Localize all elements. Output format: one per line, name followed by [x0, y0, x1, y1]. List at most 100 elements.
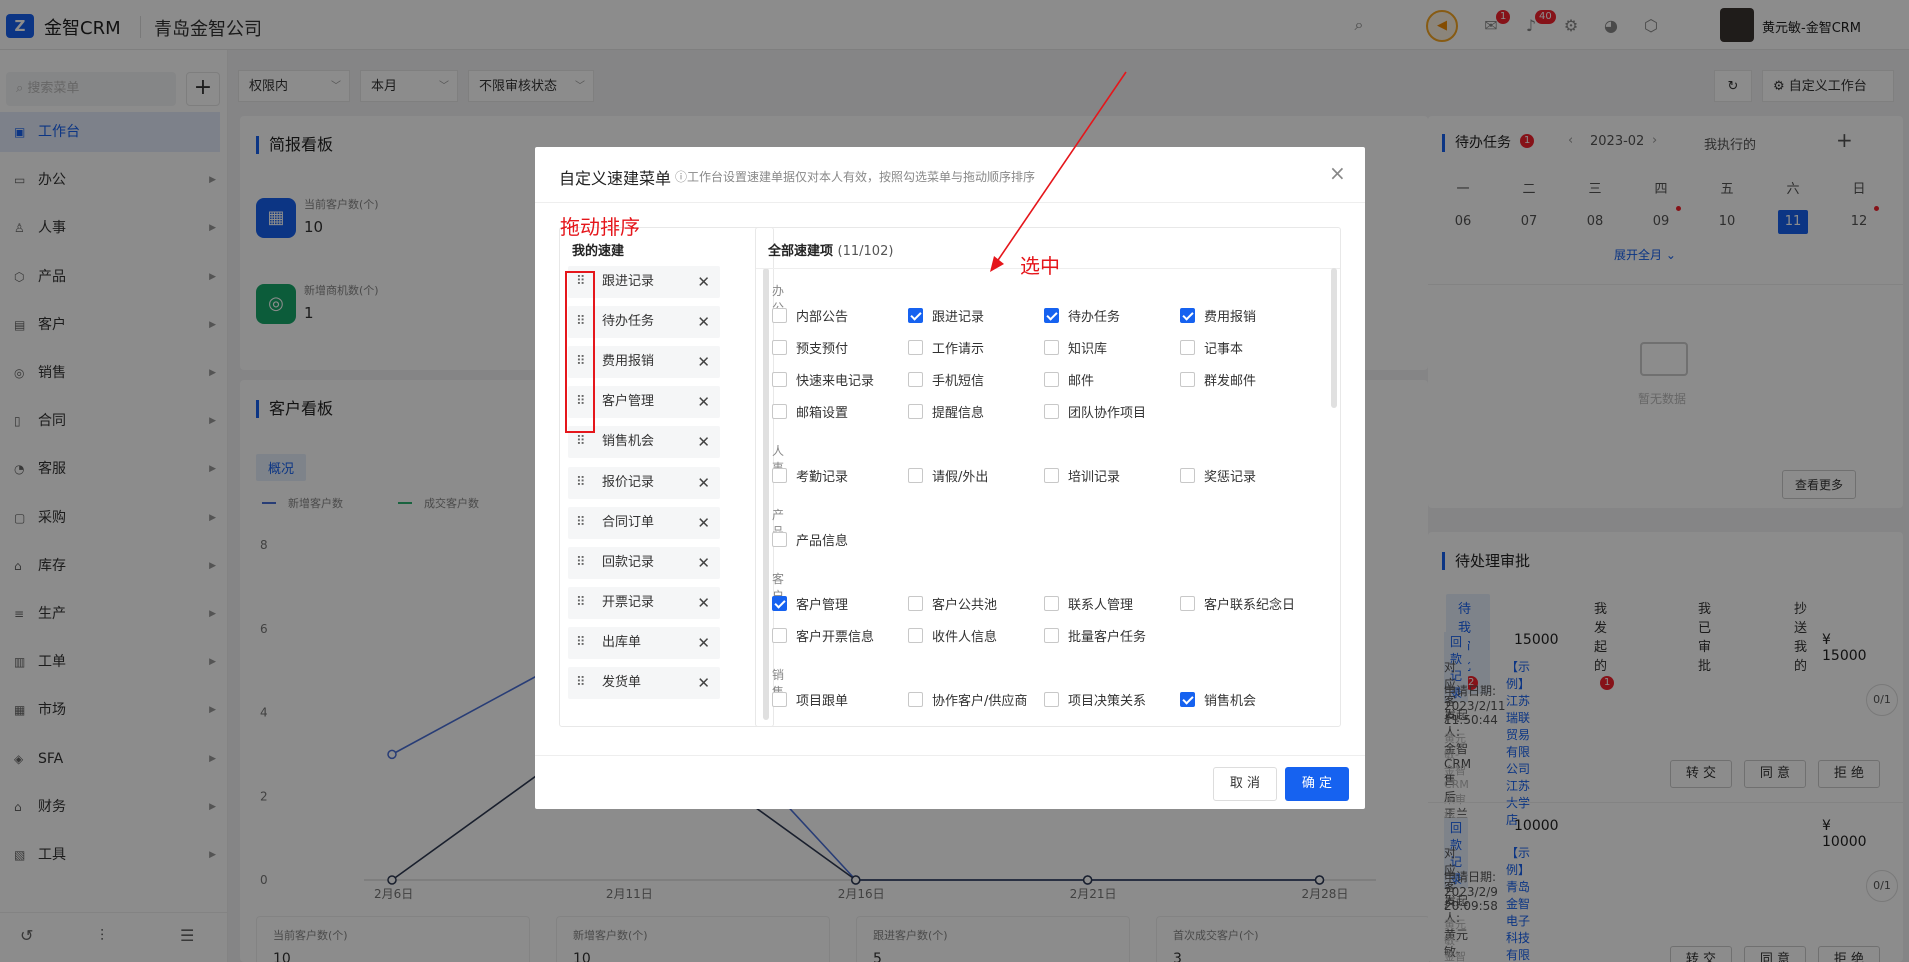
cancel-button[interactable]: 取 消 [1213, 767, 1277, 801]
quick-option[interactable]: 客户开票信息 [772, 626, 904, 646]
checkbox-unchecked[interactable] [908, 596, 923, 611]
quick-option[interactable]: 协作客户/供应商 [908, 690, 1040, 710]
drag-handle-icon[interactable]: ⠿ [576, 547, 586, 579]
quick-option[interactable]: 快速来电记录 [772, 370, 904, 390]
remove-icon[interactable]: ✕ [697, 306, 710, 338]
checkbox-unchecked[interactable] [1044, 628, 1059, 643]
checkbox-unchecked[interactable] [1044, 692, 1059, 707]
my-quick-item[interactable]: ⠿ 回款记录 ✕ [568, 546, 720, 579]
checkbox-unchecked[interactable] [772, 404, 787, 419]
checkbox-unchecked[interactable] [1180, 340, 1195, 355]
checkbox-unchecked[interactable] [1044, 596, 1059, 611]
checkbox-unchecked[interactable] [772, 372, 787, 387]
quick-option[interactable]: 费用报销 [1180, 306, 1312, 326]
quick-option[interactable]: 项目决策关系 [1044, 690, 1176, 710]
quick-option[interactable]: 手机短信 [908, 370, 1040, 390]
remove-icon[interactable]: ✕ [697, 426, 710, 458]
quick-option[interactable]: 待办任务 [1044, 306, 1176, 326]
remove-icon[interactable]: ✕ [697, 467, 710, 499]
quick-option-label: 联系人管理 [1068, 598, 1134, 613]
quick-option[interactable]: 奖惩记录 [1180, 466, 1312, 486]
quick-option[interactable]: 考勤记录 [772, 466, 904, 486]
quick-option[interactable]: 客户公共池 [908, 594, 1040, 614]
checkbox-unchecked[interactable] [772, 308, 787, 323]
my-quick-item[interactable]: ⠿ 出库单 ✕ [568, 626, 720, 659]
my-quick-item[interactable]: ⠿ 发货单 ✕ [568, 667, 720, 699]
checkbox-unchecked[interactable] [1180, 596, 1195, 611]
my-quick-item-label: 费用报销 [602, 354, 655, 370]
quick-option[interactable]: 提醒信息 [908, 402, 1040, 422]
remove-icon[interactable]: ✕ [697, 627, 710, 659]
my-quick-item[interactable]: ⠿ 报价记录 ✕ [568, 466, 720, 499]
confirm-button[interactable]: 确 定 [1285, 767, 1349, 801]
my-quick-item[interactable]: ⠿ 合同订单 ✕ [568, 506, 720, 539]
all-quick-scrollbar[interactable] [1331, 268, 1337, 408]
checkbox-unchecked[interactable] [1180, 468, 1195, 483]
remove-icon[interactable]: ✕ [697, 386, 710, 418]
remove-icon[interactable]: ✕ [697, 507, 710, 539]
my-quick-item[interactable]: ⠿ 开票记录 ✕ [568, 586, 720, 619]
remove-icon[interactable]: ✕ [697, 587, 710, 619]
checkbox-checked[interactable] [1180, 692, 1195, 707]
annotation-arrow [990, 71, 1127, 272]
quick-option[interactable]: 请假/外出 [908, 466, 1040, 486]
quick-option[interactable]: 培训记录 [1044, 466, 1176, 486]
remove-icon[interactable]: ✕ [697, 547, 710, 579]
quick-option[interactable]: 邮件 [1044, 370, 1176, 390]
quick-option[interactable]: 项目跟单 [772, 690, 904, 710]
quick-option[interactable]: 记事本 [1180, 338, 1312, 358]
quick-option-label: 客户开票信息 [796, 630, 875, 645]
quick-option[interactable]: 知识库 [1044, 338, 1176, 358]
checkbox-unchecked[interactable] [908, 468, 923, 483]
quick-option[interactable]: 团队协作项目 [1044, 402, 1176, 422]
quick-option[interactable]: 客户联系纪念日 [1180, 594, 1312, 614]
quick-option-label: 邮件 [1068, 374, 1095, 389]
remove-icon[interactable]: ✕ [697, 346, 710, 378]
quick-option[interactable]: 邮箱设置 [772, 402, 904, 422]
quick-option[interactable]: 批量客户任务 [1044, 626, 1176, 646]
checkbox-unchecked[interactable] [1044, 372, 1059, 387]
checkbox-unchecked[interactable] [772, 532, 787, 547]
quick-option[interactable]: 联系人管理 [1044, 594, 1176, 614]
quick-option[interactable]: 客户管理 [772, 594, 904, 614]
remove-icon[interactable]: ✕ [697, 266, 710, 298]
checkbox-unchecked[interactable] [1044, 468, 1059, 483]
drag-handle-icon[interactable]: ⠿ [576, 587, 586, 619]
checkbox-unchecked[interactable] [1180, 372, 1195, 387]
quick-option[interactable]: 预支预付 [772, 338, 904, 358]
quick-option[interactable]: 产品信息 [772, 530, 904, 550]
checkbox-unchecked[interactable] [908, 340, 923, 355]
checkbox-unchecked[interactable] [1044, 404, 1059, 419]
drag-handle-icon[interactable]: ⠿ [576, 507, 586, 539]
checkbox-unchecked[interactable] [908, 628, 923, 643]
quick-option[interactable]: 群发邮件 [1180, 370, 1312, 390]
quick-option[interactable]: 内部公告 [772, 306, 904, 326]
checkbox-unchecked[interactable] [908, 404, 923, 419]
quick-option[interactable]: 收件人信息 [908, 626, 1040, 646]
drag-handle-icon[interactable]: ⠿ [576, 627, 586, 659]
checkbox-unchecked[interactable] [908, 372, 923, 387]
close-icon[interactable]: × [1329, 161, 1346, 185]
drag-handle-icon[interactable]: ⠿ [576, 667, 586, 699]
quick-option[interactable]: 销售机会 [1180, 690, 1312, 710]
checkbox-checked[interactable] [1044, 308, 1059, 323]
checkbox-unchecked[interactable] [772, 468, 787, 483]
annotation-arrow-head [990, 256, 1004, 272]
checkbox-unchecked[interactable] [1044, 340, 1059, 355]
checkbox-unchecked[interactable] [772, 628, 787, 643]
custom-quick-menu-dialog: 自定义速建菜单 ⓘ工作台设置速建单据仅对本人有效，按照勾选菜单与拖动顺序排序 ×… [535, 147, 1365, 809]
remove-icon[interactable]: ✕ [697, 667, 710, 699]
checkbox-checked[interactable] [908, 308, 923, 323]
quick-option[interactable]: 工作请示 [908, 338, 1040, 358]
quick-option[interactable]: 跟进记录 [908, 306, 1040, 326]
checkbox-unchecked[interactable] [772, 340, 787, 355]
checkbox-unchecked[interactable] [908, 692, 923, 707]
checkbox-checked[interactable] [772, 596, 787, 611]
my-quick-item-label: 回款记录 [602, 554, 655, 570]
checkbox-unchecked[interactable] [772, 692, 787, 707]
checkbox-checked[interactable] [1180, 308, 1195, 323]
all-quick-panel: 全部速建项 (11/102) 办公内部公告跟进记录待办任务费用报销预支预付工作请… [755, 227, 1341, 727]
drag-handle-icon[interactable]: ⠿ [576, 467, 586, 499]
all-quick-count: (11/102) [837, 244, 894, 259]
my-quick-item-label: 客户管理 [602, 394, 655, 410]
